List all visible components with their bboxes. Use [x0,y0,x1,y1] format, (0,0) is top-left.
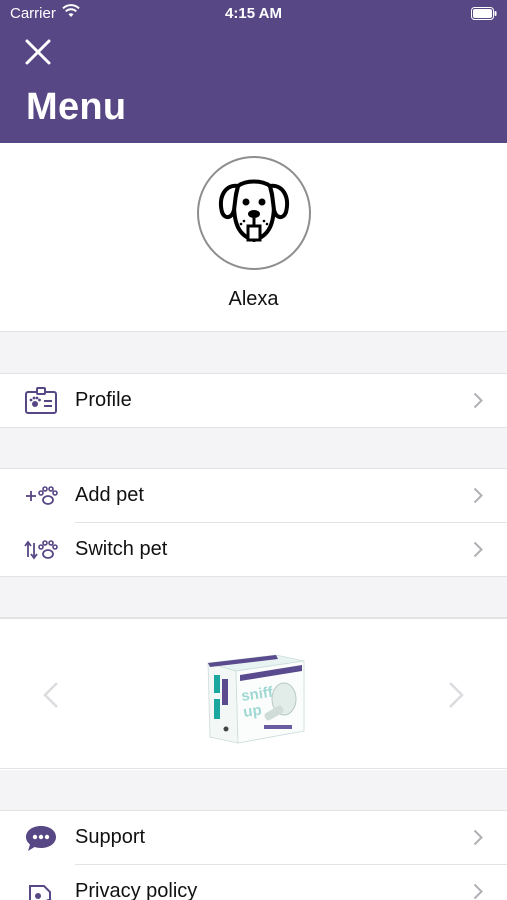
section-separator [0,332,507,374]
product-carousel[interactable]: sniff up [0,618,507,769]
header: Carrier 4:15 AM Menu [0,0,507,143]
chevron-right-icon [473,541,483,558]
menu-item-label: Add pet [75,484,144,506]
chat-bubble-icon [26,826,56,851]
chevron-right-icon [473,829,483,846]
avatar[interactable] [197,156,311,270]
menu-item-label: Privacy policy [75,880,198,900]
dog-face-icon [219,179,289,243]
product-image[interactable]: sniff up [204,651,308,747]
menu-item-privacy-policy[interactable]: Privacy policy [0,865,507,900]
menu-item-add-pet[interactable]: Add pet [0,469,507,522]
section-separator [0,427,507,469]
menu-item-label: Profile [75,389,132,411]
chevron-right-icon [473,392,483,409]
page-title: Menu [26,86,127,128]
svg-text:up: up [242,702,263,721]
add-paw-icon [26,486,58,505]
battery-icon [471,7,497,20]
close-icon[interactable] [22,36,54,68]
chevron-right-icon[interactable] [447,681,465,709]
user-profile-area: Alexa [0,143,507,332]
menu-item-label: Switch pet [75,538,168,560]
user-name: Alexa [228,288,279,310]
section-separator [0,770,507,811]
section-separator [0,576,507,618]
chevron-left-icon[interactable] [42,681,60,709]
menu-item-profile[interactable]: Profile [0,374,507,427]
pet-id-card-icon [25,387,57,414]
switch-paw-icon [24,540,58,560]
chevron-right-icon [473,883,483,900]
menu-item-label: Support [75,826,146,848]
status-time: 4:15 AM [225,5,282,22]
menu-item-support[interactable]: Support [0,811,507,864]
menu-item-switch-pet[interactable]: Switch pet [0,523,507,576]
chevron-right-icon [473,487,483,504]
status-bar: Carrier 4:15 AM [0,0,507,28]
privacy-document-icon [29,885,52,900]
